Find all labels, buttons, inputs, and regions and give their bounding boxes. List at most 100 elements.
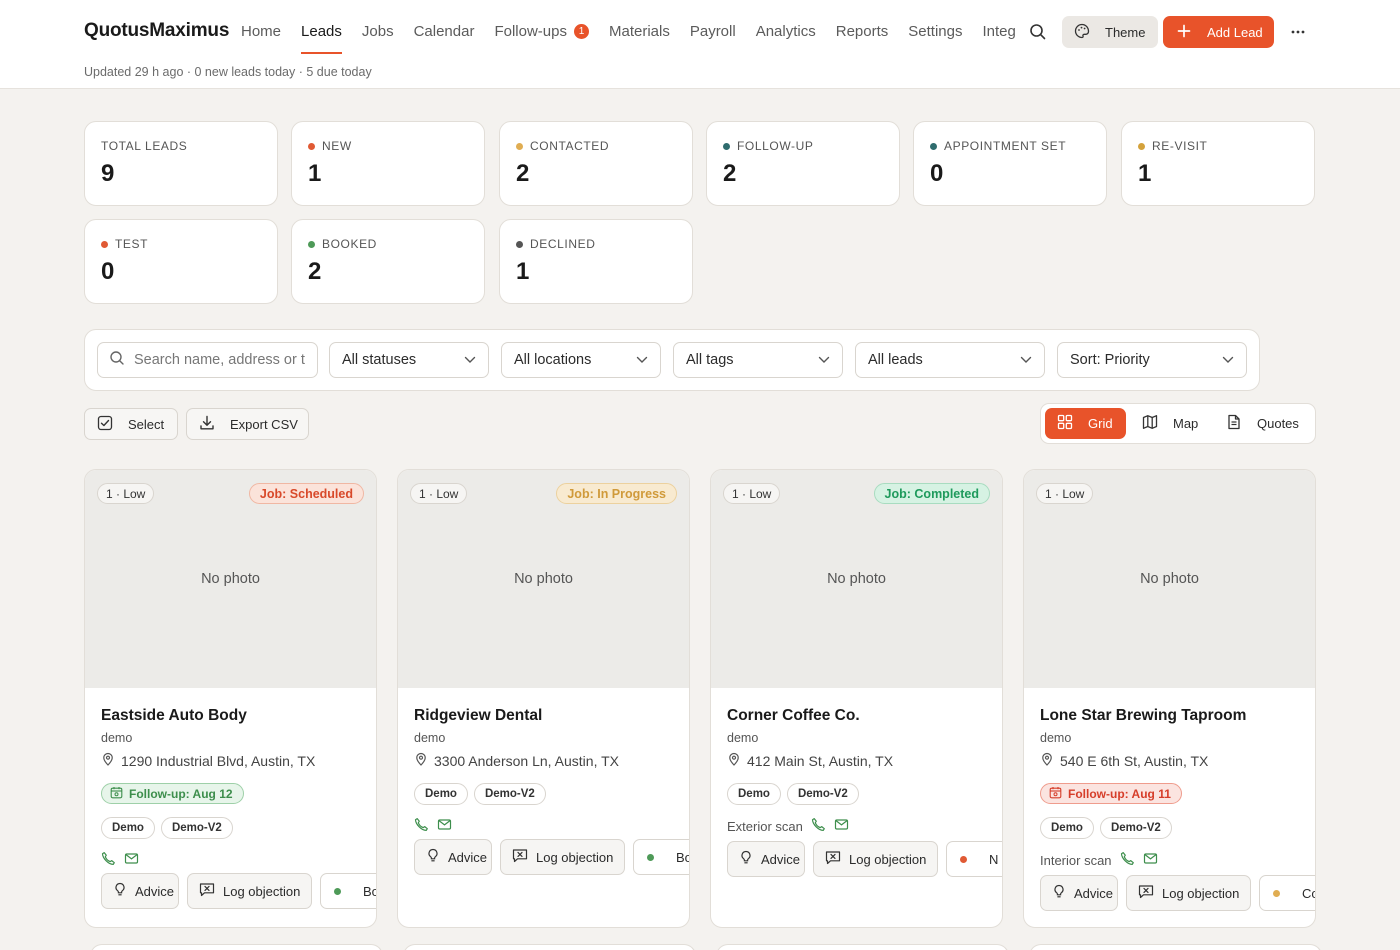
lead-source: demo <box>727 731 759 745</box>
stat-card-appointment-set[interactable]: APPOINTMENT SET 0 <box>913 121 1107 206</box>
leads-filter-select[interactable]: All leads <box>855 342 1045 378</box>
lead-source: demo <box>1040 731 1072 745</box>
nav-jobs[interactable]: Jobs <box>362 0 394 62</box>
nav-integrations[interactable]: Integ <box>982 0 1015 62</box>
follow-up-badge[interactable]: Follow-up: Aug 12 <box>101 783 244 804</box>
stat-card-re-visit[interactable]: RE-VISIT 1 <box>1121 121 1315 206</box>
plus-icon <box>1163 24 1207 41</box>
quotes-label: Quotes <box>1257 416 1299 431</box>
mail-icon[interactable] <box>437 817 460 835</box>
download-icon <box>187 415 230 434</box>
lead-status-button[interactable]: N <box>946 841 1002 877</box>
stat-card-booked[interactable]: BOOKED 2 <box>291 219 485 304</box>
nav-calendar[interactable]: Calendar <box>414 0 475 62</box>
nav-reports[interactable]: Reports <box>836 0 889 62</box>
lead-status-button[interactable]: Bo <box>633 839 689 875</box>
lead-card-partial <box>1029 944 1322 950</box>
stat-card-contacted[interactable]: CONTACTED 2 <box>499 121 693 206</box>
nav-label: Calendar <box>413 22 475 40</box>
phone-icon[interactable] <box>101 851 124 869</box>
log-objection-label: Log objection <box>849 851 927 867</box>
lightbulb-icon <box>1041 884 1074 902</box>
lead-card[interactable]: 1 · Low No photo Lone Star Brewing Tapro… <box>1023 469 1316 928</box>
nav-leads[interactable]: Leads <box>301 0 342 62</box>
tag-chip[interactable]: Demo-V2 <box>786 783 859 805</box>
stat-card-test[interactable]: TEST 0 <box>84 219 278 304</box>
advice-button[interactable]: Advice <box>414 839 492 875</box>
search-field[interactable] <box>97 342 318 378</box>
tags-filter-select[interactable]: All tags <box>673 342 843 378</box>
stat-value: 9 <box>101 160 115 187</box>
mail-icon[interactable] <box>1143 851 1166 869</box>
nav-home[interactable]: Home <box>241 0 281 62</box>
lead-photo-placeholder: 1 · Low No photo <box>1024 470 1315 688</box>
location-filter-select[interactable]: All locations <box>501 342 661 378</box>
status-dot <box>101 240 108 248</box>
nav-analytics[interactable]: Analytics <box>756 0 816 62</box>
status-dot <box>334 887 341 895</box>
card-actions: Advice Log objection Bo <box>101 873 376 909</box>
lead-card[interactable]: 1 · Low Job: Completed No photo Corner C… <box>710 469 1003 928</box>
log-objection-button[interactable]: Log objection <box>500 839 625 875</box>
tag-chip[interactable]: Demo <box>1040 817 1094 839</box>
search-icon[interactable] <box>1028 22 1048 42</box>
advice-button[interactable]: Advice <box>727 841 805 877</box>
stat-card-follow-up[interactable]: FOLLOW-UP 2 <box>706 121 900 206</box>
tag-chip[interactable]: Demo-V2 <box>1099 817 1172 839</box>
lead-name[interactable]: Corner Coffee Co. <box>727 707 860 725</box>
job-status-badge: Job: Scheduled <box>248 483 364 504</box>
advice-button[interactable]: Advice <box>101 873 179 909</box>
tag-chip[interactable]: Demo <box>101 817 155 839</box>
tag-chip[interactable]: Demo <box>727 783 781 805</box>
status-filter-select[interactable]: All statuses <box>329 342 489 378</box>
advice-button[interactable]: Advice <box>1040 875 1118 911</box>
view-toggle: Grid Map Quotes <box>1040 403 1316 444</box>
map-pin-icon <box>1040 752 1060 769</box>
lead-status-button[interactable]: Bo <box>320 873 376 909</box>
stat-card-declined[interactable]: DECLINED 1 <box>499 219 693 304</box>
lead-name[interactable]: Lone Star Brewing Taproom <box>1040 707 1246 725</box>
log-objection-button[interactable]: Log objection <box>187 873 312 909</box>
lead-status-button[interactable]: Con <box>1259 875 1315 911</box>
nav-payroll[interactable]: Payroll <box>690 0 736 62</box>
stat-card-new[interactable]: NEW 1 <box>291 121 485 206</box>
contact-row <box>101 851 147 869</box>
lead-name[interactable]: Ridgeview Dental <box>414 707 542 725</box>
phone-icon[interactable] <box>811 817 834 835</box>
status-dot <box>308 142 315 150</box>
stat-card-total-leads[interactable]: TOTAL LEADS 9 <box>84 121 278 206</box>
sort-select[interactable]: Sort: Priority <box>1057 342 1247 378</box>
phone-icon[interactable] <box>414 817 437 835</box>
nav-label: Jobs <box>361 22 394 40</box>
job-status-badge: Job: Completed <box>873 483 990 504</box>
advice-label: Advice <box>1074 885 1114 901</box>
search-input[interactable] <box>134 352 314 368</box>
lead-card[interactable]: 1 · Low Job: Scheduled No photo Eastside… <box>84 469 377 928</box>
mail-icon[interactable] <box>124 851 147 869</box>
lead-card[interactable]: 1 · Low Job: In Progress No photo Ridgev… <box>397 469 690 928</box>
follow-up-badge[interactable]: Follow-up: Aug 11 <box>1040 783 1182 804</box>
tag-chip[interactable]: Demo-V2 <box>473 783 546 805</box>
grid-view-tab[interactable]: Grid <box>1045 408 1126 439</box>
map-view-tab[interactable]: Map <box>1134 408 1214 439</box>
export-csv-button[interactable]: Export CSV <box>186 408 309 440</box>
nav-settings[interactable]: Settings <box>908 0 962 62</box>
nav-materials[interactable]: Materials <box>609 0 670 62</box>
select-button[interactable]: Select <box>84 408 178 440</box>
add-lead-button[interactable]: Add Lead <box>1163 16 1274 48</box>
theme-button[interactable]: Theme <box>1062 16 1158 48</box>
more-options-icon[interactable] <box>1288 22 1308 42</box>
log-objection-button[interactable]: Log objection <box>1126 875 1251 911</box>
nav-follow-ups[interactable]: Follow-ups 1 <box>494 0 589 62</box>
mail-icon[interactable] <box>834 817 857 835</box>
tag-chip[interactable]: Demo-V2 <box>160 817 233 839</box>
follow-up-text: Follow-up: Aug 11 <box>1068 786 1171 801</box>
brand-logo[interactable]: QuotusMaximus <box>84 20 229 42</box>
lead-name[interactable]: Eastside Auto Body <box>101 707 247 725</box>
log-objection-button[interactable]: Log objection <box>813 841 938 877</box>
tag-chip[interactable]: Demo <box>414 783 468 805</box>
phone-icon[interactable] <box>1120 851 1143 869</box>
quotes-view-tab[interactable]: Quotes <box>1218 408 1310 439</box>
status-label: N <box>989 851 999 867</box>
export-label: Export CSV <box>230 416 298 432</box>
